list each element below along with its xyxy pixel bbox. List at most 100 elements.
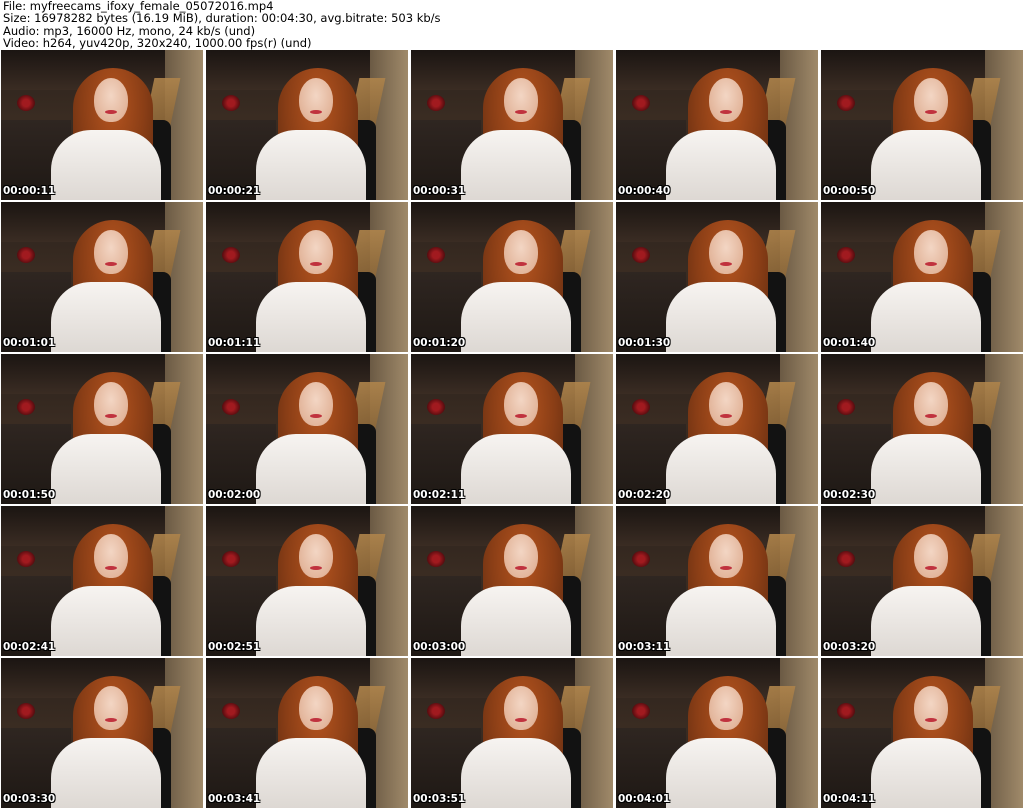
frame-shirt [256,130,366,200]
frame-timestamp: 00:02:30 [823,489,876,501]
video-frame-thumbnail: 00:04:11 [821,658,1023,808]
frame-face [914,78,948,122]
frame-face [299,534,333,578]
frame-lips [925,414,937,418]
frame-timestamp: 00:02:11 [413,489,466,501]
video-frame-thumbnail: 00:01:01 [1,202,203,352]
frame-flower [632,247,650,263]
frame-face [299,382,333,426]
video-frame-thumbnail: 00:01:30 [616,202,818,352]
frame-timestamp: 00:03:30 [3,793,56,805]
frame-shirt [51,586,161,656]
frame-timestamp: 00:00:21 [208,185,261,197]
frame-shirt [51,434,161,504]
frame-flower [837,95,855,111]
frame-lips [105,566,117,570]
video-frame-thumbnail: 00:00:11 [1,50,203,200]
frame-flower [17,399,35,415]
frame-face [504,230,538,274]
frame-face [94,534,128,578]
frame-lips [105,718,117,722]
frame-shirt [51,130,161,200]
frame-timestamp: 00:01:30 [618,337,671,349]
frame-lips [515,110,527,114]
frame-flower [17,551,35,567]
frame-timestamp: 00:00:40 [618,185,671,197]
frame-lips [720,718,732,722]
frame-face [914,534,948,578]
frame-shirt [871,738,981,808]
frame-timestamp: 00:02:00 [208,489,261,501]
frame-lips [105,262,117,266]
frame-face [299,78,333,122]
frame-lips [515,262,527,266]
frame-flower [427,551,445,567]
frame-shirt [461,282,571,352]
file-metadata: File: myfreecams_ifoxy_female_05072016.m… [3,0,441,49]
file-size-line: Size: 16978282 bytes (16.19 MiB), durati… [3,11,441,26]
frame-lips [720,262,732,266]
frame-lips [310,718,322,722]
frame-shirt [871,586,981,656]
frame-face [914,382,948,426]
frame-flower [632,703,650,719]
frame-shirt [461,434,571,504]
frame-flower [632,551,650,567]
frame-shirt [666,586,776,656]
frame-flower [837,551,855,567]
frame-shirt [666,282,776,352]
video-frame-thumbnail: 00:00:21 [206,50,408,200]
video-frame-thumbnail: 00:03:00 [411,506,613,656]
frame-shirt [51,738,161,808]
video-frame-thumbnail: 00:02:00 [206,354,408,504]
frame-shirt [666,434,776,504]
frame-face [709,686,743,730]
video-frame-thumbnail: 00:03:20 [821,506,1023,656]
frame-timestamp: 00:00:31 [413,185,466,197]
video-frame-thumbnail: 00:01:40 [821,202,1023,352]
frame-flower [427,95,445,111]
frame-lips [310,566,322,570]
video-frame-thumbnail: 00:02:11 [411,354,613,504]
video-frame-thumbnail: 00:03:11 [616,506,818,656]
frame-shirt [461,130,571,200]
frame-timestamp: 00:04:11 [823,793,876,805]
frame-face [94,230,128,274]
frame-shirt [256,434,366,504]
frame-timestamp: 00:01:11 [208,337,261,349]
frame-face [504,534,538,578]
frame-shirt [51,282,161,352]
frame-timestamp: 00:01:40 [823,337,876,349]
thumbnail-grid: 00:00:11 00:00:21 00:00:31 00:00:40 00:00:50… [1,50,1023,811]
frame-lips [105,414,117,418]
frame-timestamp: 00:01:01 [3,337,56,349]
frame-timestamp: 00:02:20 [618,489,671,501]
frame-timestamp: 00:00:50 [823,185,876,197]
frame-flower [222,551,240,567]
video-frame-thumbnail: 00:02:41 [1,506,203,656]
frame-timestamp: 00:02:51 [208,641,261,653]
frame-flower [837,399,855,415]
frame-face [709,534,743,578]
frame-face [709,78,743,122]
video-frame-thumbnail: 00:03:51 [411,658,613,808]
frame-lips [720,110,732,114]
frame-lips [310,414,322,418]
video-frame-thumbnail: 00:01:50 [1,354,203,504]
frame-flower [222,95,240,111]
frame-shirt [871,130,981,200]
frame-flower [222,399,240,415]
frame-face [94,686,128,730]
video-info-line: Video: h264, yuv420p, 320x240, 1000.00 f… [3,35,312,50]
frame-face [94,78,128,122]
frame-flower [632,95,650,111]
frame-face [299,686,333,730]
frame-shirt [256,586,366,656]
frame-lips [925,262,937,266]
frame-face [709,230,743,274]
video-frame-thumbnail: 00:01:20 [411,202,613,352]
frame-lips [310,262,322,266]
video-frame-thumbnail: 00:02:30 [821,354,1023,504]
frame-timestamp: 00:03:00 [413,641,466,653]
frame-shirt [871,282,981,352]
